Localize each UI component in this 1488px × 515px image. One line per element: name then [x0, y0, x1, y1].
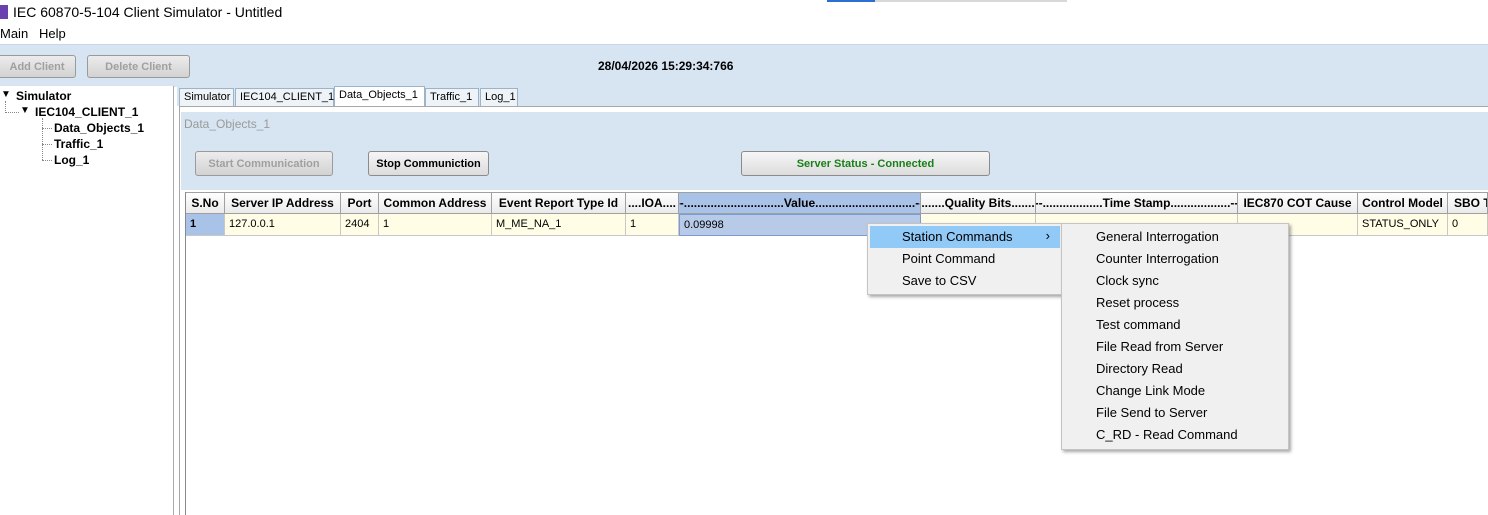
toolbar	[0, 44, 1488, 87]
menu-item-file-read[interactable]: File Read from Server	[1064, 336, 1286, 358]
column-header-port[interactable]: Port	[341, 192, 379, 214]
menu-item-change-link-mode[interactable]: Change Link Mode	[1064, 380, 1286, 402]
column-header-ioa[interactable]: ....IOA....	[626, 192, 679, 214]
tree-connector	[42, 144, 52, 145]
submenu-arrow-icon: ›	[1045, 228, 1050, 243]
column-header-sno[interactable]: S.No	[186, 192, 225, 214]
tab-traffic[interactable]: Traffic_1	[425, 88, 479, 106]
app-icon	[0, 5, 8, 19]
table-cell-server-ip[interactable]: 127.0.0.1	[225, 214, 341, 236]
menu-item-test-command[interactable]: Test command	[1064, 314, 1286, 336]
tree-connector	[42, 128, 52, 129]
menu-item-file-send[interactable]: File Send to Server	[1064, 402, 1286, 424]
context-menu: Station Commands › Point Command Save to…	[867, 223, 1063, 295]
menu-item-label: Station Commands	[902, 229, 1013, 244]
tab-iec104-client[interactable]: IEC104_CLIENT_1	[235, 88, 334, 106]
column-header-control-model[interactable]: Control Model	[1358, 192, 1448, 214]
datetime-display: 28/04/2026 15:29:34:766	[598, 59, 734, 73]
menu-item-station-commands[interactable]: Station Commands ›	[870, 226, 1060, 248]
tab-data-objects[interactable]: Data_Objects_1	[334, 86, 425, 107]
title-accent-bar	[827, 0, 875, 2]
table-cell-event-type[interactable]: M_ME_NA_1	[492, 214, 626, 236]
column-header-value[interactable]: ---..............................Value..…	[679, 192, 921, 214]
window-title: IEC 60870-5-104 Client Simulator - Untit…	[13, 4, 283, 20]
tree-node-client[interactable]: IEC104_CLIENT_1	[35, 105, 138, 119]
station-commands-submenu: General Interrogation Counter Interrogat…	[1061, 223, 1289, 450]
column-header-event-type[interactable]: Event Report Type Id	[492, 192, 626, 214]
collapse-icon[interactable]: ▼	[20, 105, 30, 116]
server-status-indicator: Server Status - Connected	[741, 151, 990, 176]
tree-item-data-objects[interactable]: Data_Objects_1	[54, 121, 144, 135]
column-header-quality[interactable]: .......Quality Bits.......	[921, 192, 1036, 214]
menu-main[interactable]: Main	[0, 26, 28, 41]
menu-item-point-command[interactable]: Point Command	[870, 248, 1060, 270]
tree-connector	[5, 112, 19, 113]
tab-log[interactable]: Log_1	[480, 88, 518, 106]
table-cell-common-address[interactable]: 1	[379, 214, 492, 236]
tree-connector	[42, 118, 43, 160]
menu-bar	[0, 24, 1488, 44]
tree-root-simulator[interactable]: Simulator	[16, 89, 71, 103]
tree-item-traffic[interactable]: Traffic_1	[54, 137, 103, 151]
collapse-icon[interactable]: ▼	[1, 89, 11, 100]
menu-item-save-csv[interactable]: Save to CSV	[870, 270, 1060, 292]
table-cell-sbo[interactable]: 0	[1448, 214, 1488, 236]
column-header-common-address[interactable]: Common Address	[379, 192, 492, 214]
delete-client-button[interactable]: Delete Client	[87, 55, 190, 78]
client-tree: ▼ Simulator ▼ IEC104_CLIENT_1 Data_Objec…	[0, 86, 174, 515]
tree-connector	[42, 160, 52, 161]
column-header-server-ip[interactable]: Server IP Address	[225, 192, 341, 214]
tree-item-log[interactable]: Log_1	[54, 153, 89, 167]
stop-communication-button[interactable]: Stop Communiction	[368, 151, 489, 176]
tab-simulator[interactable]: Simulator	[179, 88, 234, 106]
menu-help[interactable]: Help	[39, 26, 66, 41]
add-client-button[interactable]: Add Client	[0, 55, 76, 78]
menu-item-clock-sync[interactable]: Clock sync	[1064, 270, 1286, 292]
menu-item-counter-interrogation[interactable]: Counter Interrogation	[1064, 248, 1286, 270]
data-objects-table	[185, 192, 1488, 515]
column-header-sbo[interactable]: SBO Ti	[1448, 192, 1488, 214]
table-cell-port[interactable]: 2404	[341, 214, 379, 236]
table-cell-control-model[interactable]: STATUS_ONLY	[1358, 214, 1448, 236]
start-communication-button[interactable]: Start Communication	[195, 151, 333, 176]
panel-title-bar	[181, 112, 1488, 134]
table-cell-ioa[interactable]: 1	[626, 214, 679, 236]
menu-item-general-interrogation[interactable]: General Interrogation	[1064, 226, 1286, 248]
table-cell-sno[interactable]: 1	[186, 214, 225, 236]
menu-item-reset-process[interactable]: Reset process	[1064, 292, 1286, 314]
panel-title: Data_Objects_1	[184, 117, 271, 131]
title-accent-strip	[875, 0, 1067, 2]
column-header-timestamp[interactable]: ---..................Time Stamp.........…	[1036, 192, 1238, 214]
menu-item-directory-read[interactable]: Directory Read	[1064, 358, 1286, 380]
menu-item-read-command[interactable]: C_RD - Read Command	[1064, 424, 1286, 446]
column-header-cot-cause[interactable]: IEC870 COT Cause	[1238, 192, 1358, 214]
